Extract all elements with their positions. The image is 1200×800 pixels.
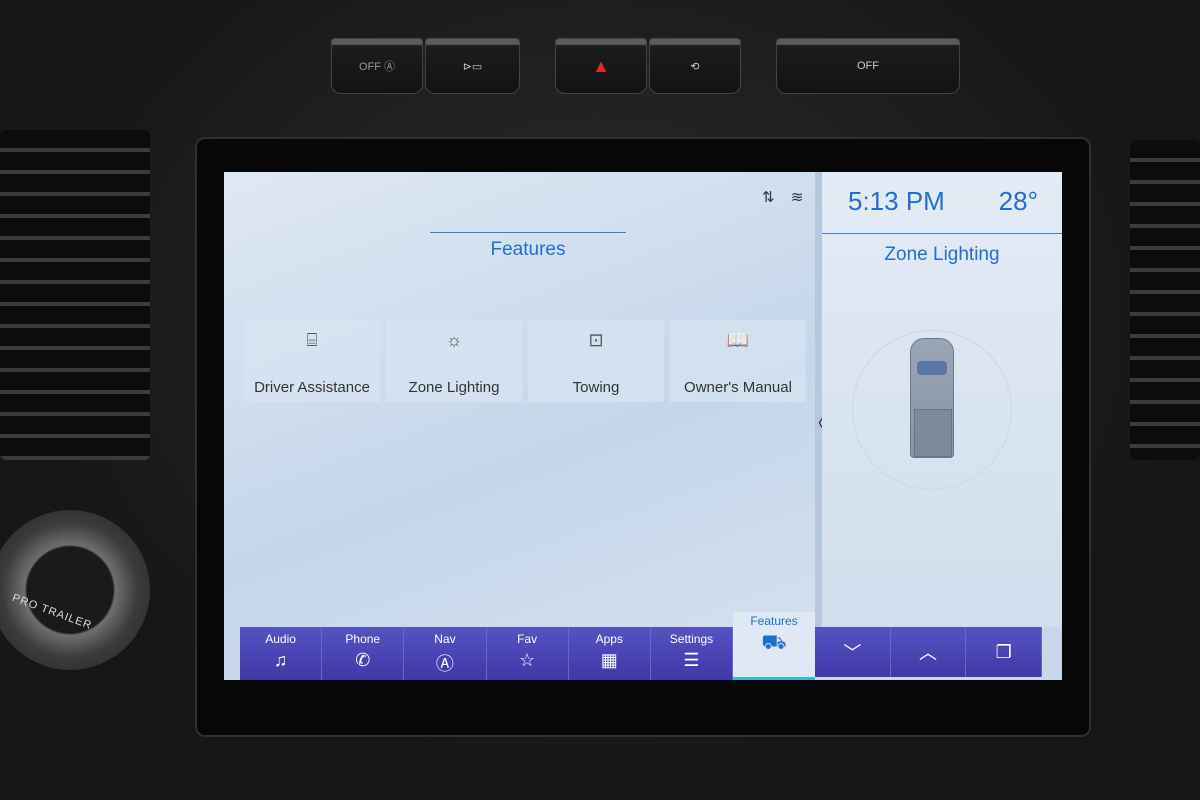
sliders-icon: ☰ <box>683 650 700 670</box>
trailer-icon: ⊡ <box>588 330 604 350</box>
grid-icon: ▦ <box>600 650 618 670</box>
music-note-icon: ♫ <box>273 650 288 670</box>
hazard-button[interactable]: ▲ <box>555 38 647 94</box>
chevron-down-icon[interactable]: ﹀ <box>815 627 891 677</box>
features-panel: ⇅ ≋ Features ⌸ Driver Assistance ☼ Zone Li… <box>224 172 815 627</box>
nav-phone[interactable]: Phone ✆ <box>322 627 405 680</box>
side-panel-title: Zone Lighting <box>884 244 1000 265</box>
navigation-icon: Ⓐ <box>435 654 454 674</box>
tile-zone-lighting[interactable]: ☼ Zone Lighting <box>386 320 522 402</box>
nav-apps[interactable]: Apps ▦ <box>569 627 651 680</box>
traction-control-off-button[interactable]: OFF <box>776 38 960 94</box>
nav-label: Apps <box>595 632 623 646</box>
nav-label: Fav <box>517 632 538 646</box>
phone-icon: ✆ <box>355 650 371 670</box>
right-air-vent <box>1130 140 1200 460</box>
nav-label: Nav <box>434 632 456 646</box>
nav-label: Features <box>750 614 798 628</box>
nav-audio[interactable]: Audio ♫ <box>240 627 323 680</box>
nav-nav[interactable]: Nav Ⓐ <box>404 627 487 680</box>
nav-settings[interactable]: Settings ☰ <box>651 627 734 680</box>
camera-icon: ⊳▭ <box>462 60 483 73</box>
infotainment-screen: ⇅ ≋ Features ⌸ Driver Assistance ☼ Zone Li… <box>224 172 1062 680</box>
tile-driver-assistance[interactable]: ⌸ Driver Assistance <box>244 320 380 402</box>
nav-label: Settings <box>669 632 714 646</box>
side-panel-controls: ﹀ ︿ ❐ <box>815 627 1043 677</box>
zone-lighting-icon: ☼ <box>445 330 463 350</box>
hill-descent-button[interactable]: ⟲ <box>649 38 741 94</box>
driver-assistance-icon: ⌸ <box>306 330 318 350</box>
tile-label: Owner's Manual <box>684 379 792 396</box>
panel-divider <box>815 172 822 627</box>
tile-label: Driver Assistance <box>254 379 370 396</box>
nav-fav[interactable]: Fav ☆ <box>487 627 569 680</box>
auto-start-stop-button[interactable]: OFF Ⓐ <box>331 38 423 94</box>
left-air-vent <box>0 130 150 460</box>
page-title: Features <box>430 232 626 261</box>
tile-towing[interactable]: ⊡ Towing <box>528 320 664 402</box>
truck-icon: ⛟ <box>761 632 787 654</box>
truck-top-view-image <box>910 338 954 458</box>
tile-label: Towing <box>572 379 620 396</box>
hill-descent-icon: ⟲ <box>690 60 700 73</box>
tile-owners-manual[interactable]: 📖 Owner's Manual <box>670 320 806 402</box>
card-stack-icon[interactable]: ❐ <box>966 627 1043 677</box>
camera-button[interactable]: ⊳▭ <box>425 38 520 94</box>
nav-features-active[interactable]: Features ⛟ <box>733 612 815 680</box>
signal-wifi-icon: ⇅ ≋ <box>762 189 810 206</box>
chevron-up-icon[interactable]: ︿ <box>891 627 967 677</box>
traction-control-off-icon: OFF <box>857 60 879 72</box>
book-icon: 📖 <box>726 330 750 350</box>
knob-label: PRO TRAILER <box>10 591 94 633</box>
nav-label: Phone <box>345 632 381 646</box>
hazard-icon: ▲ <box>592 55 610 76</box>
auto-start-stop-icon: OFF Ⓐ <box>358 61 396 73</box>
divider <box>822 233 1062 234</box>
side-panel: 5:13 PM 28° Zone Lighting <box>822 172 1062 627</box>
tile-label: Zone Lighting <box>408 379 500 396</box>
bottom-nav-bar: Audio ♫ Phone ✆ Nav Ⓐ Fav ☆ Apps ▦ Settings ☰ <box>240 627 734 680</box>
star-plus-icon: ☆ <box>519 650 536 670</box>
nav-label: Audio <box>265 632 296 646</box>
temperature: 28° <box>998 186 1038 216</box>
clock: 5:13 PM <box>848 186 945 216</box>
